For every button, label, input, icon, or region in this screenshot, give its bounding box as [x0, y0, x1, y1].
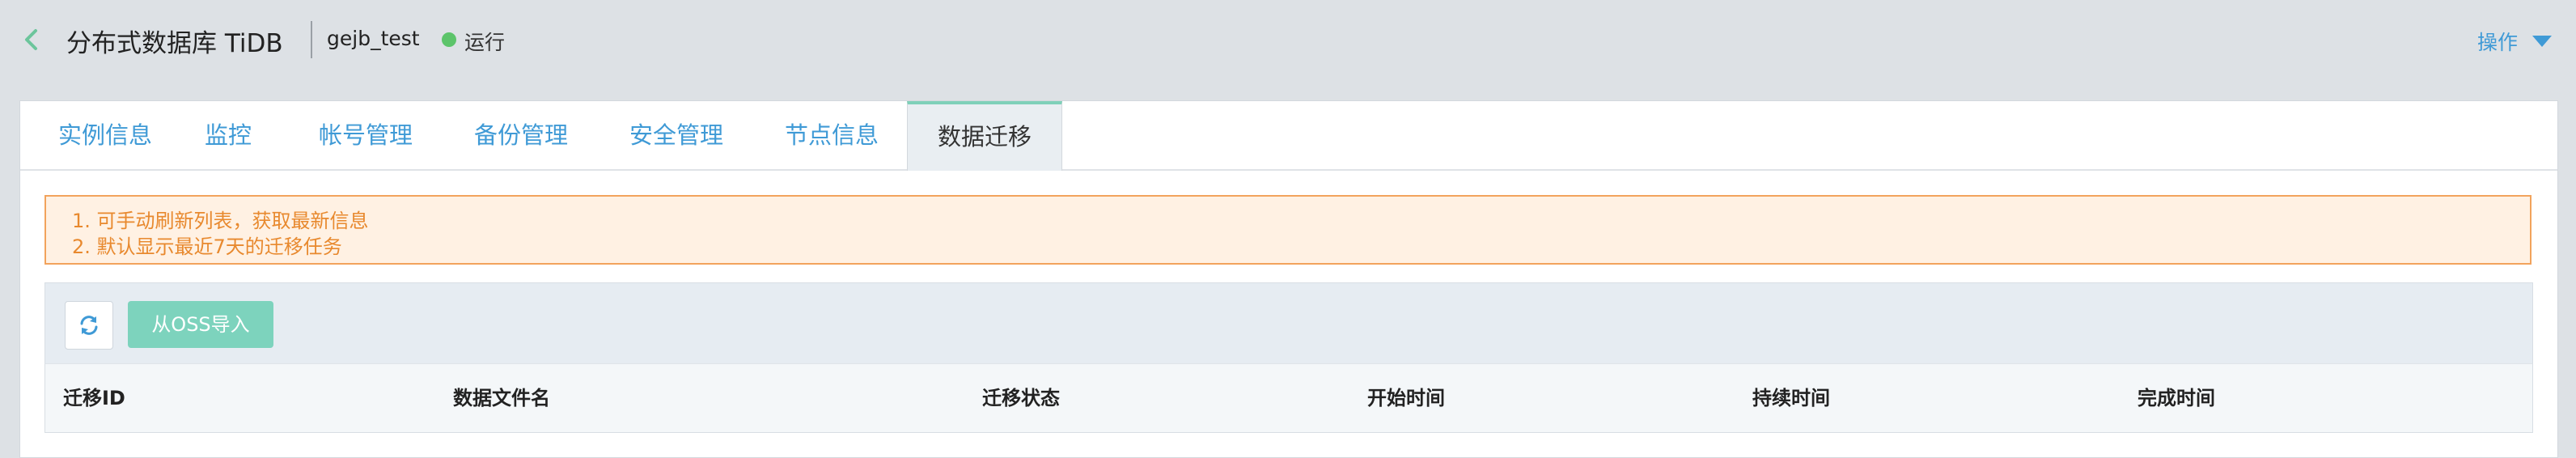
- tab-monitoring[interactable]: 监控: [200, 101, 256, 169]
- refresh-icon: [80, 316, 98, 335]
- column-start-time: 开始时间: [1367, 387, 1445, 409]
- tab-bar: 实例信息 监控 帐号管理 备份管理 安全管理 节点信息 数据迁移: [20, 101, 2557, 171]
- notice-box: 1. 可手动刷新列表，获取最新信息 2. 默认显示最近7天的迁移任务: [44, 195, 2532, 265]
- column-duration: 持续时间: [1752, 387, 1830, 409]
- instance-name: gejb_test: [327, 27, 420, 50]
- page-title: 分布式数据库 TiDB: [66, 29, 283, 58]
- column-migration-status: 迁移状态: [982, 387, 1060, 409]
- status-text: 运行: [464, 31, 506, 54]
- back-chevron-icon[interactable]: [21, 28, 42, 52]
- header-divider: [311, 21, 312, 58]
- tab-node-info[interactable]: 节点信息: [779, 101, 884, 169]
- top-header: 分布式数据库 TiDB gejb_test 运行 操作: [0, 0, 2576, 81]
- refresh-button[interactable]: [65, 301, 113, 350]
- tab-account-management[interactable]: 帐号管理: [313, 101, 418, 169]
- tab-data-migration[interactable]: 数据迁移: [907, 101, 1062, 171]
- toolbar: 从OSS导入: [44, 282, 2533, 364]
- operations-dropdown[interactable]: 操作: [2477, 27, 2552, 56]
- notice-line-1: 1. 可手动刷新列表，获取最新信息: [72, 210, 369, 232]
- status-dot-icon: [442, 32, 456, 47]
- tab-security-management[interactable]: 安全管理: [624, 101, 729, 169]
- operations-label: 操作: [2476, 31, 2518, 54]
- tab-backup-management[interactable]: 备份管理: [468, 101, 574, 169]
- caret-down-icon: [2532, 36, 2552, 47]
- tab-instance-info[interactable]: 实例信息: [53, 101, 158, 169]
- column-migration-id: 迁移ID: [63, 387, 125, 409]
- import-from-oss-button[interactable]: 从OSS导入: [128, 301, 273, 348]
- column-end-time: 完成时间: [2137, 387, 2215, 409]
- table-header: 迁移ID 数据文件名 迁移状态 开始时间 持续时间 完成时间: [44, 363, 2533, 433]
- notice-line-2: 2. 默认显示最近7天的迁移任务: [72, 235, 342, 258]
- main-panel: 实例信息 监控 帐号管理 备份管理 安全管理 节点信息 数据迁移 1. 可手动刷…: [19, 100, 2558, 458]
- column-data-file-name: 数据文件名: [453, 387, 550, 409]
